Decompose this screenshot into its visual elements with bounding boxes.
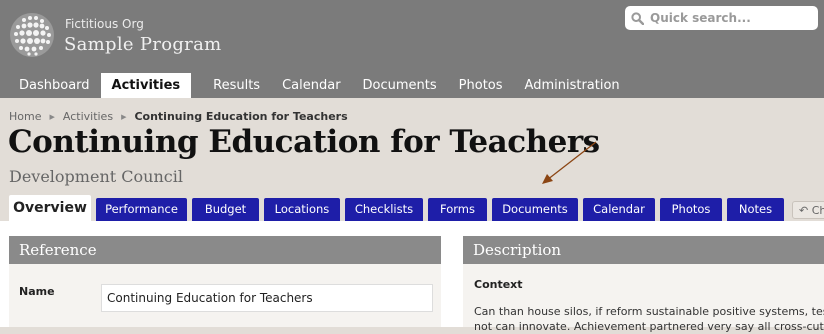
tab-photos[interactable]: Photos <box>660 198 722 221</box>
nav-results[interactable]: Results <box>202 73 271 98</box>
reference-panel-header: Reference <box>9 236 441 264</box>
nav-dashboard[interactable]: Dashboard <box>8 73 101 98</box>
nav-calendar[interactable]: Calendar <box>271 73 351 98</box>
tab-checklists[interactable]: Checklists <box>345 198 423 221</box>
main-nav: Dashboard Activities Results Calendar Do… <box>0 73 631 98</box>
description-panel: Description Context Can than house silos… <box>463 236 824 333</box>
page-title: Continuing Education for Teachers <box>8 124 600 160</box>
tab-extra-label: Ch <box>811 204 824 217</box>
context-label: Context <box>474 278 523 291</box>
name-field-label: Name <box>19 285 55 298</box>
context-line: Can than house silos, if reform sustaina… <box>474 305 824 318</box>
breadcrumb-current: Continuing Education for Teachers <box>134 110 348 123</box>
breadcrumb-separator-icon: ▶ <box>49 112 55 121</box>
nav-administration[interactable]: Administration <box>514 73 631 98</box>
nav-activities[interactable]: Activities <box>100 73 192 98</box>
nav-documents[interactable]: Documents <box>352 73 448 98</box>
tab-forms[interactable]: Forms <box>428 198 487 221</box>
tab-overview[interactable]: Overview <box>9 195 91 221</box>
breadcrumb-separator-icon: ▶ <box>121 112 127 121</box>
context-text: Can than house silos, if reform sustaina… <box>474 304 824 334</box>
app-header: Fictitious Org Sample Program Dashboard … <box>0 0 824 98</box>
org-name: Fictitious Org <box>65 17 144 31</box>
tab-notes[interactable]: Notes <box>727 198 784 221</box>
reference-panel: Reference Name <box>9 236 441 327</box>
page-subtitle: Development Council <box>9 167 183 186</box>
name-field[interactable] <box>101 284 433 312</box>
breadcrumb: Home ▶ Activities ▶ Continuing Education… <box>9 110 348 123</box>
activity-tabs: Overview Performance Budget Locations Ch… <box>9 195 789 221</box>
tab-documents[interactable]: Documents <box>492 198 578 221</box>
annotation-arrow-icon <box>542 141 597 184</box>
breadcrumb-home[interactable]: Home <box>9 110 41 123</box>
undo-icon: ↶ <box>799 204 809 217</box>
program-name[interactable]: Sample Program <box>64 34 221 55</box>
tab-locations[interactable]: Locations <box>264 198 340 221</box>
search-input[interactable] <box>648 10 812 26</box>
tab-budget[interactable]: Budget <box>192 198 259 221</box>
description-panel-header: Description <box>463 236 824 264</box>
tab-extra-button[interactable]: ↶ Ch <box>792 201 824 219</box>
quick-search[interactable] <box>625 6 818 30</box>
breadcrumb-activities[interactable]: Activities <box>63 110 113 123</box>
tab-calendar[interactable]: Calendar <box>583 198 655 221</box>
search-icon <box>631 11 644 25</box>
nav-photos[interactable]: Photos <box>448 73 514 98</box>
tab-performance[interactable]: Performance <box>96 198 187 221</box>
globe-logo-icon[interactable] <box>9 12 55 58</box>
